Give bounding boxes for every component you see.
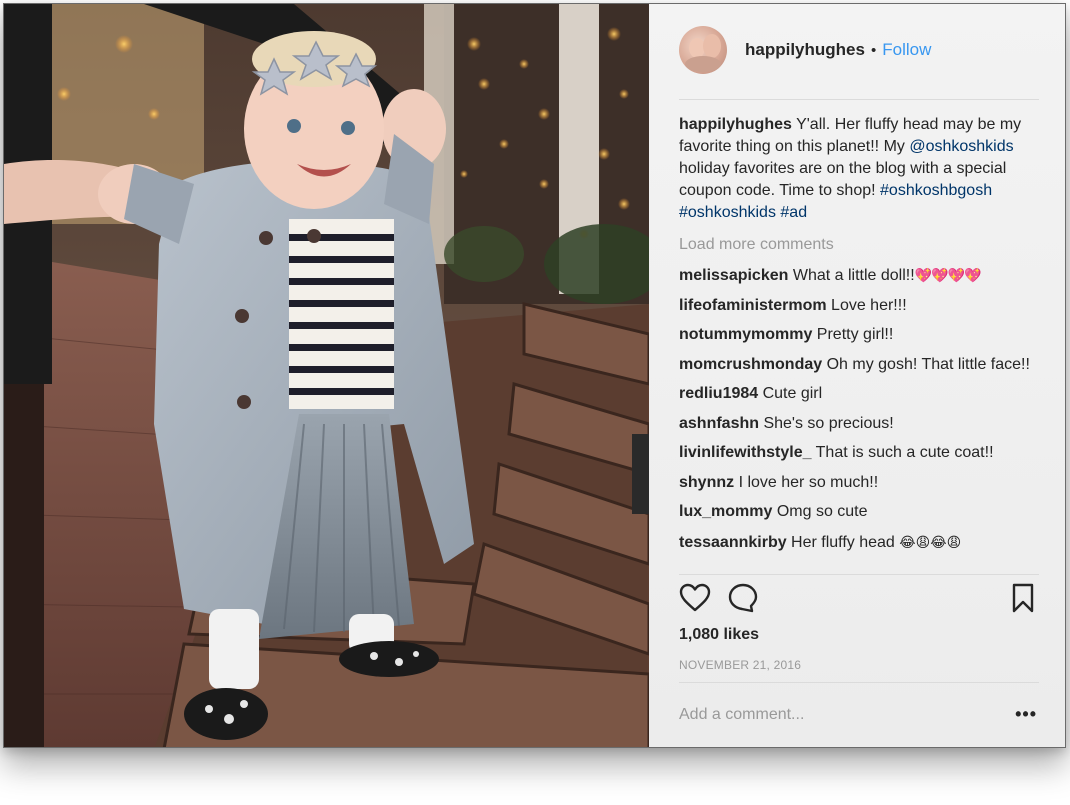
comment-icon[interactable]: [727, 582, 761, 616]
load-more-comments-button[interactable]: Load more comments: [679, 234, 1039, 256]
add-comment-bar: •••: [679, 700, 1039, 730]
add-comment-input[interactable]: [679, 706, 999, 724]
more-options-icon[interactable]: •••: [1015, 704, 1037, 725]
caption-hashtag[interactable]: #ad: [780, 204, 807, 221]
comment-username[interactable]: lux_mommy: [679, 503, 772, 520]
comment-item: ashnfashn She's so precious!: [679, 413, 1039, 435]
caption-username[interactable]: happilyhughes: [679, 116, 792, 133]
comment-username[interactable]: melissapicken: [679, 267, 788, 284]
comment-item: livinlifewithstyle_ That is such a cute …: [679, 442, 1039, 464]
comment-username[interactable]: notummymommy: [679, 326, 812, 343]
caption-hashtag[interactable]: #oshkoshkids: [679, 204, 776, 221]
instagram-post-card: happilyhughes • Follow happilyhughes Y'a…: [3, 3, 1066, 748]
action-bar: [679, 582, 1039, 622]
comment-text: Cute girl: [758, 385, 823, 402]
comment-item: tessaannkirby Her fluffy head 😂😩😂😩: [679, 531, 1039, 554]
comment-username[interactable]: redliu1984: [679, 385, 758, 402]
comment-text: Oh my gosh! That little face!!: [822, 355, 1030, 373]
photo-illustration: [4, 4, 649, 747]
comment-username[interactable]: lifeofaministermom: [679, 297, 827, 314]
post-side-panel: happilyhughes • Follow happilyhughes Y'a…: [649, 4, 1065, 747]
comment-text: Pretty girl!!: [812, 326, 894, 343]
comment-text: Her fluffy head: [786, 533, 900, 551]
post-photo[interactable]: [4, 4, 649, 747]
comment-item: notummymommy Pretty girl!!: [679, 324, 1039, 346]
comment-text: I love her so much!!: [734, 473, 879, 491]
header-username[interactable]: happilyhughes: [745, 40, 865, 60]
comment-text: Love her!!!: [826, 296, 907, 314]
caption-hashtag[interactable]: #oshkoshbgosh: [880, 182, 992, 199]
comment-username[interactable]: ashnfashn: [679, 415, 759, 432]
heart-icon[interactable]: [679, 582, 713, 616]
comment-item: redliu1984 Cute girl: [679, 383, 1039, 405]
comment-text: She's so precious!: [759, 414, 894, 432]
comment-text: Omg so cute: [772, 503, 868, 520]
comment-text: What a little doll!!: [788, 267, 915, 284]
avatar[interactable]: [679, 26, 727, 74]
laughing-emoji: 😂😩😂😩: [899, 533, 962, 550]
follow-button[interactable]: Follow: [882, 40, 931, 60]
comment-item: melissapicken What a little doll!!💖💖💖💖: [679, 264, 1039, 287]
post-date[interactable]: NOVEMBER 21, 2016: [679, 658, 801, 672]
comment-username[interactable]: momcrushmonday: [679, 356, 822, 373]
footer-divider: [679, 682, 1039, 683]
header-divider: [679, 99, 1039, 100]
header-separator: •: [870, 41, 877, 59]
post-caption: happilyhughes Y'all. Her fluffy head may…: [679, 114, 1039, 224]
caption-mention[interactable]: @oshkoshkids: [909, 138, 1013, 155]
bookmark-icon[interactable]: [1007, 582, 1041, 616]
comments-divider: [679, 574, 1039, 575]
comment-text: That is such a cute coat!!: [811, 444, 994, 461]
comments-list[interactable]: happilyhughes Y'all. Her fluffy head may…: [679, 114, 1039, 571]
comment-item: momcrushmonday Oh my gosh! That little f…: [679, 354, 1039, 376]
comment-username[interactable]: shynnz: [679, 474, 734, 491]
comment-item: lux_mommy Omg so cute: [679, 501, 1039, 523]
post-header: happilyhughes • Follow: [679, 24, 1039, 76]
heart-emoji: 💖💖💖💖: [914, 267, 982, 283]
comment-item: shynnz I love her so much!!: [679, 472, 1039, 494]
comment-item: lifeofaministermom Love her!!!: [679, 295, 1039, 317]
comment-username[interactable]: tessaannkirby: [679, 534, 787, 551]
comment-username[interactable]: livinlifewithstyle_: [679, 444, 811, 461]
likes-count[interactable]: 1,080 likes: [679, 626, 759, 644]
